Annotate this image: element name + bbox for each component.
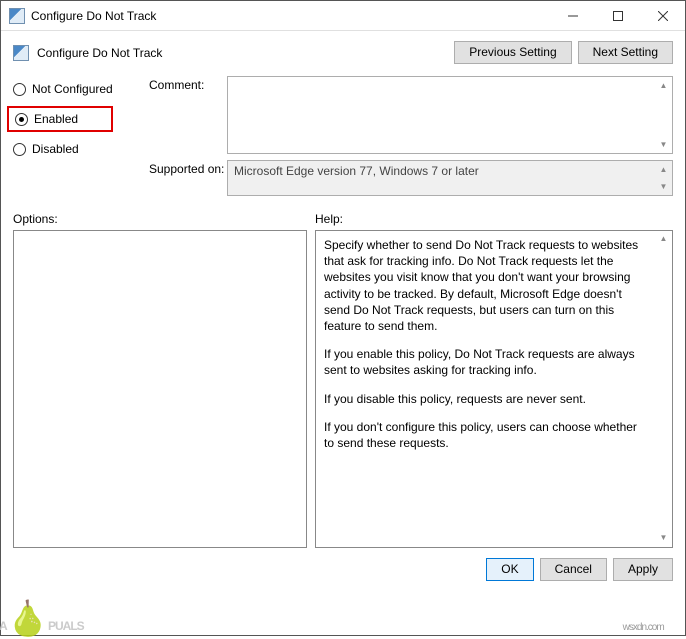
supported-label: Supported on: [149,160,227,196]
app-icon [9,8,25,24]
scroll-up-icon[interactable]: ▲ [655,77,672,94]
cancel-button[interactable]: Cancel [540,558,607,581]
radio-label: Enabled [34,112,78,126]
help-scrollbar[interactable]: ▲ ▼ [655,231,672,547]
window-controls [550,1,685,30]
comment-scrollbar[interactable]: ▲ ▼ [655,77,672,153]
nav-buttons: Previous Setting Next Setting [454,41,673,64]
policy-icon [13,45,29,61]
radio-enabled[interactable]: Enabled [7,106,113,132]
ok-button[interactable]: OK [486,558,533,581]
apply-button[interactable]: Apply [613,558,673,581]
dialog-buttons: OK Cancel Apply [1,548,685,591]
comment-input[interactable]: ▲ ▼ [227,76,673,154]
watermark-site: wsxdn.com [623,622,664,633]
watermark-text: A [0,619,7,633]
close-button[interactable] [640,1,685,30]
scroll-up-icon[interactable]: ▲ [655,231,672,248]
radio-not-configured[interactable]: Not Configured [13,80,141,98]
radio-icon [13,83,26,96]
help-label: Help: [315,212,343,226]
scroll-up-icon[interactable]: ▲ [655,161,672,178]
page-title: Configure Do Not Track [37,46,454,60]
radio-icon [15,113,28,126]
previous-setting-button[interactable]: Previous Setting [454,41,571,64]
settings-area: Not Configured Enabled Disabled Comment:… [1,64,685,202]
radio-icon [13,143,26,156]
radio-label: Disabled [32,142,79,156]
supported-value: Microsoft Edge version 77, Windows 7 or … [234,164,479,178]
options-label: Options: [13,212,315,226]
state-radios: Not Configured Enabled Disabled [13,76,141,202]
help-paragraph: If you enable this policy, Do Not Track … [324,346,664,378]
window-title: Configure Do Not Track [31,9,550,23]
comment-label: Comment: [149,76,227,154]
options-panel [13,230,307,548]
minimize-button[interactable] [550,1,595,30]
supported-row: Supported on: Microsoft Edge version 77,… [149,160,673,196]
watermark: A🍐PUALS wsxdn.com [0,599,84,639]
pear-icon: 🍐 [7,599,48,639]
scroll-down-icon[interactable]: ▼ [655,178,672,195]
titlebar: Configure Do Not Track [1,1,685,31]
fields-column: Comment: ▲ ▼ Supported on: Microsoft Edg… [149,76,673,202]
help-paragraph: If you disable this policy, requests are… [324,391,664,407]
radio-disabled[interactable]: Disabled [13,140,141,158]
watermark-text: PUALS [48,619,84,633]
supported-display: Microsoft Edge version 77, Windows 7 or … [227,160,673,196]
scroll-down-icon[interactable]: ▼ [655,136,672,153]
lower-area: Specify whether to send Do Not Track req… [1,230,685,548]
radio-label: Not Configured [32,82,113,96]
next-setting-button[interactable]: Next Setting [578,41,673,64]
scroll-down-icon[interactable]: ▼ [655,530,672,547]
comment-row: Comment: ▲ ▼ [149,76,673,154]
help-paragraph: If you don't configure this policy, user… [324,419,664,451]
help-paragraph: Specify whether to send Do Not Track req… [324,237,664,334]
maximize-button[interactable] [595,1,640,30]
section-labels: Options: Help: [1,202,685,230]
supported-scrollbar[interactable]: ▲ ▼ [655,161,672,195]
header-row: Configure Do Not Track Previous Setting … [1,31,685,64]
help-panel: Specify whether to send Do Not Track req… [315,230,673,548]
